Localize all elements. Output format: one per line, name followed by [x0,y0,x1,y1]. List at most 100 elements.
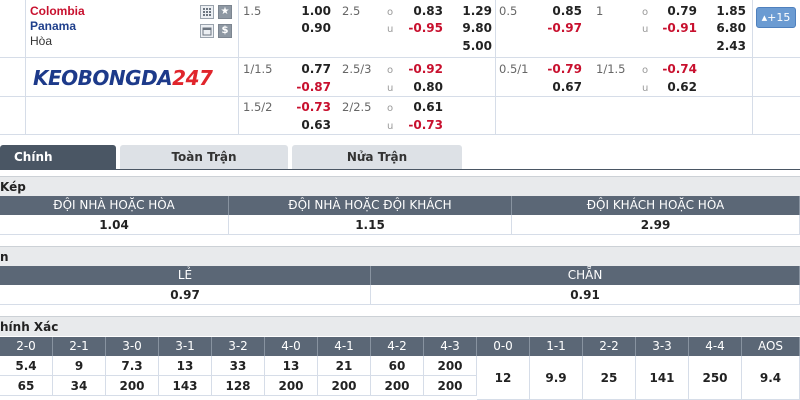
score-odds-cell[interactable]: 13 [159,356,212,376]
score-header: 2-1 [53,337,106,356]
odds-value[interactable]: -0.92 [403,62,443,77]
odds-value[interactable]: 0.85 [540,4,582,19]
over-label: o [642,7,649,18]
section-title-correct-score: hính Xác [0,316,800,336]
total-line: 1 [596,4,604,18]
tab-main[interactable]: Chính [0,145,116,169]
odds-table: Colombia Panama Hòa ★ $ KEOBONGDA247 ▴+1… [0,0,800,135]
score-odds-cell[interactable]: 9.9 [530,356,583,400]
score-odds-cell[interactable]: 143 [159,376,212,396]
score-odds-cell[interactable]: 250 [689,356,742,400]
odds-cell[interactable]: 1.15 [229,215,512,235]
handicap-line: 1/1.5 [243,62,273,76]
score-odds-cell[interactable]: 12 [477,356,530,400]
grid-icon[interactable] [200,5,214,19]
odds-value[interactable]: 1.85 [707,4,746,19]
score-odds-cell[interactable]: 65 [0,376,53,396]
odds-value[interactable]: -0.87 [296,80,331,95]
score-odds-cell[interactable]: 7.3 [106,356,159,376]
total-line: 1/1.5 [596,62,626,76]
score-odds-cell[interactable]: 200 [318,376,371,396]
score-odds-cell[interactable]: 141 [636,356,689,400]
star-icon[interactable]: ★ [218,5,232,19]
site-logo: KEOBONGDA247 [33,66,213,90]
score-odds-cell[interactable]: 200 [424,356,477,376]
home-team[interactable]: Colombia [30,4,85,19]
score-odds-cell[interactable]: 25 [583,356,636,400]
score-odds-cell[interactable]: 13 [265,356,318,376]
odds-value[interactable]: -0.74 [655,62,697,77]
odds-cell[interactable]: 1.04 [0,215,229,235]
odds-value[interactable]: 0.61 [403,100,443,115]
score-odds-cell[interactable]: 9 [53,356,106,376]
score-header: 4-1 [318,337,371,356]
odds-value[interactable]: 0.63 [296,118,331,133]
more-markets-button[interactable]: ▴+15 [756,7,796,28]
odds-value[interactable]: 0.77 [296,62,331,77]
odds-value[interactable]: 1.29 [453,4,492,19]
score-odds-cell[interactable]: 200 [371,376,424,396]
column-header: CHẴN [371,266,800,285]
odds-value[interactable]: 2.43 [707,39,746,54]
odds-value[interactable]: 0.90 [296,21,331,36]
divider [238,0,239,134]
score-header: 1-1 [530,337,583,356]
odds-value[interactable]: -0.79 [540,62,582,77]
divider [495,0,496,134]
tab-full-match[interactable]: Toàn Trận [120,145,288,169]
score-odds-cell[interactable]: 5.4 [0,356,53,376]
score-odds-cell[interactable]: 200 [424,376,477,396]
calendar-icon[interactable] [200,24,214,38]
divider [752,0,753,134]
odds-cell[interactable]: 0.91 [371,285,800,305]
score-header: 3-1 [159,337,212,356]
odds-value[interactable]: 0.62 [655,80,697,95]
under-label: u [642,24,649,35]
odds-cell[interactable]: 0.97 [0,285,371,305]
divider [0,96,800,97]
column-header: ĐỘI NHÀ HOẶC ĐỘI KHÁCH [229,196,512,215]
total-line: 2/2.5 [342,100,372,114]
draw-label: Hòa [30,34,53,48]
score-odds-cell[interactable]: 34 [53,376,106,396]
odds-value[interactable]: -0.73 [296,100,331,115]
total-line: 2.5 [342,4,361,18]
odds-value[interactable]: 5.00 [453,39,492,54]
odds-value[interactable]: -0.73 [403,118,443,133]
score-header: 2-2 [583,337,636,356]
under-label: u [387,121,394,132]
column-header: LẺ [0,266,371,285]
over-label: o [642,65,649,76]
score-odds-cell[interactable]: 128 [212,376,265,396]
column-header: ĐỘI KHÁCH HOẶC HÒA [512,196,800,215]
odds-value[interactable]: 1.00 [296,4,331,19]
score-odds-cell[interactable]: 9.4 [742,356,800,400]
score-odds-cell[interactable]: 21 [318,356,371,376]
odds-value[interactable]: 0.80 [403,80,443,95]
score-odds-cell[interactable]: 200 [106,376,159,396]
score-header: 3-0 [106,337,159,356]
handicap-line: 0.5 [499,4,518,18]
score-odds-cell[interactable]: 60 [371,356,424,376]
score-header: 4-4 [689,337,742,356]
odds-value[interactable]: 0.83 [403,4,443,19]
score-header: 0-0 [477,337,530,356]
divider [25,0,26,134]
odds-cell[interactable]: 2.99 [512,215,800,235]
handicap-line: 1.5/2 [243,100,273,114]
score-odds-cell[interactable]: 200 [265,376,318,396]
tab-underline [0,169,800,170]
over-label: o [387,65,394,76]
odds-value[interactable]: 0.79 [655,4,697,19]
odds-value[interactable]: 9.80 [453,21,492,36]
odds-value[interactable]: -0.95 [403,21,443,36]
odds-value[interactable]: -0.91 [655,21,697,36]
odds-value[interactable]: -0.97 [540,21,582,36]
score-header: 4-3 [424,337,477,356]
odds-value[interactable]: 0.67 [540,80,582,95]
odds-value[interactable]: 6.80 [707,21,746,36]
dollar-icon[interactable]: $ [218,24,232,38]
score-odds-cell[interactable]: 33 [212,356,265,376]
away-team[interactable]: Panama [30,19,76,34]
tab-half-match[interactable]: Nửa Trận [292,145,462,169]
